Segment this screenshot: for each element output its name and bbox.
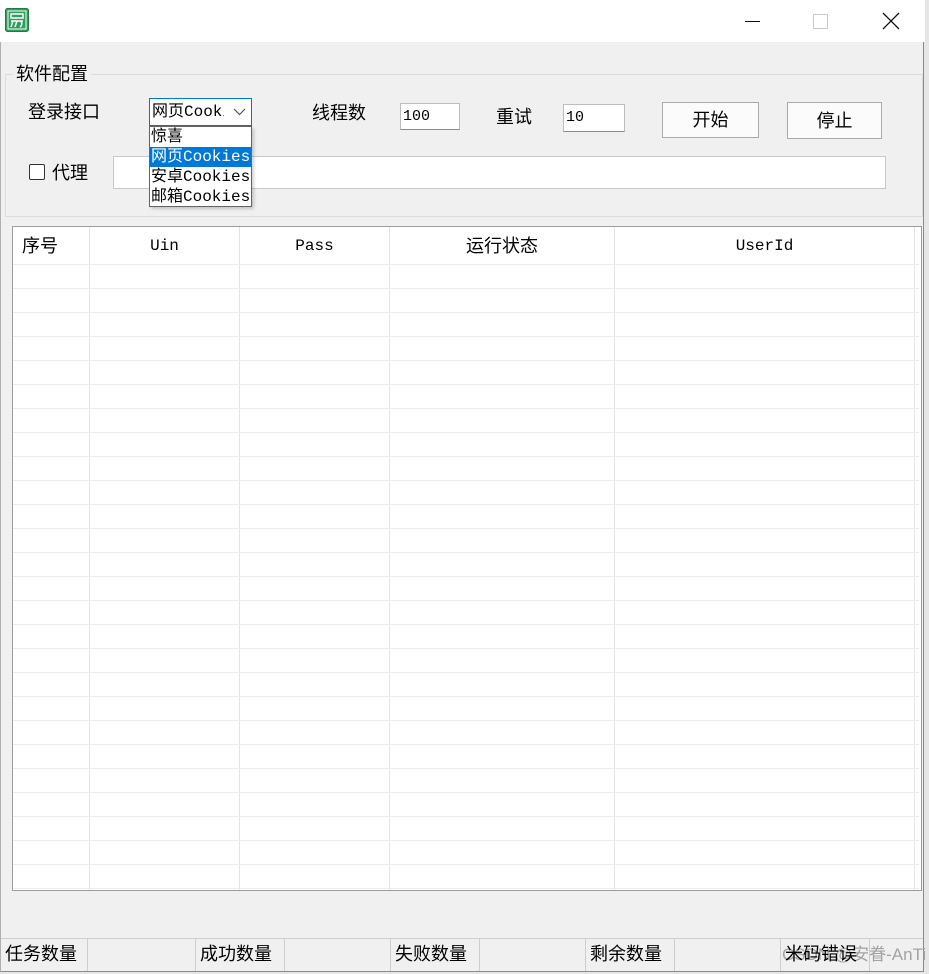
dropdown-option[interactable]: 惊喜 (150, 127, 251, 147)
login-interface-combo[interactable]: 网页Cookies (149, 98, 252, 126)
column-header-status[interactable]: 运行状态 (390, 227, 614, 265)
status-remaining-count-value (675, 938, 781, 971)
chevron-down-icon[interactable] (233, 108, 246, 116)
column-header-userid[interactable]: UserId (615, 227, 914, 265)
status-fail-count-label: 失败数量 (391, 938, 480, 971)
close-icon (882, 12, 900, 30)
minimize-button[interactable] (729, 0, 775, 42)
retry-label: 重试 (496, 107, 532, 127)
table-body[interactable] (13, 264, 919, 890)
close-button[interactable] (868, 0, 914, 42)
status-success-count-label: 成功数量 (196, 938, 285, 971)
login-interface-label: 登录接口 (28, 102, 100, 122)
stop-button[interactable]: 停止 (787, 102, 882, 139)
title-bar[interactable] (0, 0, 925, 42)
status-captcha-error-label: 米码错误 (781, 938, 870, 971)
threads-input[interactable]: 100 (400, 103, 460, 130)
status-task-count-value (88, 938, 196, 971)
account-table[interactable]: 序号 Uin Pass 运行状态 UserId (12, 226, 922, 891)
status-success-count-value (285, 938, 391, 971)
retry-input[interactable]: 10 (563, 104, 625, 132)
column-header-pass[interactable]: Pass (240, 227, 389, 265)
start-button[interactable]: 开始 (662, 102, 759, 138)
threads-label: 线程数 (312, 103, 366, 123)
status-remaining-count-label: 剩余数量 (586, 938, 675, 971)
column-header-uin[interactable]: Uin (90, 227, 239, 265)
status-captcha-error-value (870, 938, 923, 971)
status-task-count-label: 任务数量 (1, 938, 88, 971)
column-header-index[interactable]: 序号 (13, 227, 89, 265)
login-interface-value: 网页Cookies (152, 103, 224, 121)
dropdown-option[interactable]: 邮箱Cookies (150, 187, 251, 207)
app-icon[interactable] (5, 8, 29, 32)
status-fail-count-value (480, 938, 586, 971)
checkbox-icon[interactable] (29, 164, 45, 180)
maximize-icon (813, 14, 828, 29)
maximize-button[interactable] (797, 0, 843, 42)
login-interface-dropdown-list[interactable]: 惊喜 网页Cookies 安卓Cookies 邮箱Cookies (149, 126, 252, 207)
dropdown-option[interactable]: 安卓Cookies (150, 167, 251, 187)
config-group-box (5, 74, 923, 217)
config-group-title: 软件配置 (13, 63, 91, 85)
proxy-checkbox-label[interactable]: 代理 (52, 162, 88, 184)
minimize-icon (745, 21, 760, 22)
dropdown-option[interactable]: 网页Cookies (150, 147, 251, 167)
